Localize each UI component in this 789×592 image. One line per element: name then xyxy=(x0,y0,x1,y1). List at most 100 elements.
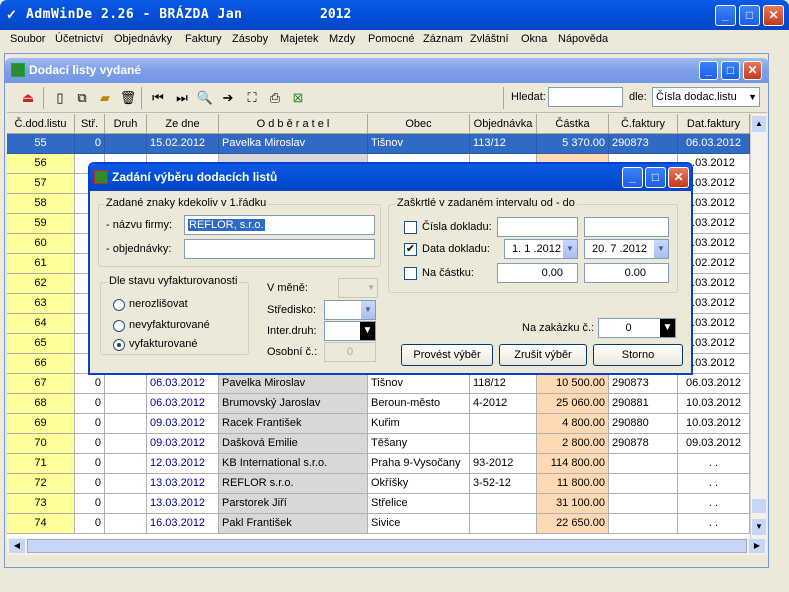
menu-soubor[interactable]: Soubor xyxy=(10,33,45,45)
search-icon[interactable]: 🔍 xyxy=(196,89,214,107)
child-minimize-icon[interactable]: _ xyxy=(699,61,718,80)
order-no-input[interactable]: 0 ▼ xyxy=(598,318,676,338)
open-folder-icon[interactable]: ▰ xyxy=(96,89,114,107)
exit-icon[interactable]: ⏏ xyxy=(19,89,37,107)
firm-input[interactable]: REFLOR, s.r.o. xyxy=(184,215,375,235)
menu-zvlastni[interactable]: Zvláštní xyxy=(470,33,509,45)
inter-select[interactable]: ▼ xyxy=(324,321,376,341)
doc-date-from-input[interactable]: 1. 1 .2012 ▼ xyxy=(504,239,578,259)
maximize-icon[interactable]: □ xyxy=(739,5,760,26)
table-row[interactable]: 71 0 12.03.2012 KB International s.r.o. Prah… xyxy=(7,454,750,474)
menu-faktury[interactable]: Faktury xyxy=(185,33,222,45)
amount-to-input[interactable]: 0.00 xyxy=(584,263,669,283)
group-interval-label: Zaškrtlé v zadaném intervalu od - do xyxy=(395,197,577,209)
search-by-select[interactable]: Čísla dodac.listu ▼ xyxy=(652,87,760,107)
column-header[interactable]: Objednávka xyxy=(470,114,537,134)
doc-num-from-input[interactable] xyxy=(497,217,578,237)
doc-date-to-input[interactable]: 20. 7 .2012 ▼ xyxy=(584,239,669,259)
vertical-scrollbar[interactable]: ▲ ▼ xyxy=(750,114,767,538)
child-maximize-icon[interactable]: □ xyxy=(721,61,740,80)
menu-pomocne[interactable]: Pomocné xyxy=(368,33,414,45)
calendar-dropdown-icon[interactable]: ▼ xyxy=(653,240,668,258)
scroll-left-icon[interactable]: ◀ xyxy=(9,539,25,553)
scroll-thumb[interactable] xyxy=(752,499,766,513)
column-header[interactable]: Č.dod.listu xyxy=(7,114,75,134)
chevron-down-icon[interactable]: ▼ xyxy=(360,322,375,340)
radio-invoiced[interactable] xyxy=(113,339,125,351)
table-cell: 0 xyxy=(75,494,105,514)
chevron-down-icon[interactable]: ▼ xyxy=(660,319,675,337)
table-row[interactable]: 70 0 09.03.2012 Dašková Emilie Těšany 2 800.0… xyxy=(7,434,750,454)
scroll-up-icon[interactable]: ▲ xyxy=(752,116,766,132)
cancel-selection-button[interactable]: Zrušit výběr xyxy=(499,344,587,366)
column-header[interactable]: Dat.faktury xyxy=(678,114,750,134)
separator xyxy=(503,87,504,109)
menu-napoveda[interactable]: Nápověda xyxy=(558,33,608,45)
inter-label: Inter.druh: xyxy=(267,325,317,337)
doc-num-to-input[interactable] xyxy=(584,217,669,237)
table-row[interactable]: 72 0 13.03.2012 REFLOR s.r.o. Okříšky 3-52-12… xyxy=(7,474,750,494)
copy-icon[interactable]: ⧉ xyxy=(73,89,91,107)
menu-objednavky[interactable]: Objednávky xyxy=(114,33,172,45)
order-input[interactable] xyxy=(184,239,375,259)
menu-mzdy[interactable]: Mzdy xyxy=(329,33,355,45)
search-input[interactable] xyxy=(548,87,623,107)
table-row[interactable]: 67 0 06.03.2012 Pavelka Miroslav Tišnov 118/1… xyxy=(7,374,750,394)
column-header[interactable]: O d b ě r a t e l xyxy=(219,114,368,134)
table-row[interactable]: 73 0 13.03.2012 Parstorek Jiří Střelice 31 10… xyxy=(7,494,750,514)
horizontal-scrollbar[interactable]: ◀ ▶ xyxy=(7,538,767,555)
column-header[interactable]: Druh xyxy=(105,114,147,134)
menu-ucetnictvi[interactable]: Účetnictví xyxy=(55,33,103,45)
calendar-dropdown-icon[interactable]: ▼ xyxy=(562,240,577,258)
table-row[interactable]: 55 0 15.02.2012 Pavelka Miroslav Tišnov 113/1… xyxy=(7,134,750,154)
delete-icon[interactable]: 🗑 xyxy=(119,89,137,107)
dialog-maximize-icon[interactable]: □ xyxy=(645,167,666,188)
table-cell: 06.03.2012 xyxy=(678,134,750,154)
table-row[interactable]: 74 0 16.03.2012 Pakl František Sivice 22 650.… xyxy=(7,514,750,534)
table-row[interactable]: 69 0 09.03.2012 Racek František Kuřim 4 800.0… xyxy=(7,414,750,434)
radio-not-invoiced[interactable] xyxy=(113,320,125,332)
close-icon[interactable]: ✕ xyxy=(763,5,784,26)
radio-not-distinguish[interactable] xyxy=(113,299,125,311)
dialog-close-icon[interactable]: ✕ xyxy=(668,167,689,188)
column-header[interactable]: Obec xyxy=(368,114,470,134)
table-cell: 67 xyxy=(7,374,75,394)
excel-export-icon[interactable]: ⊠ xyxy=(289,89,307,107)
column-header[interactable]: Částka xyxy=(537,114,609,134)
column-header[interactable]: Č.faktury xyxy=(609,114,678,134)
storno-button[interactable]: Storno xyxy=(593,344,683,366)
print-icon[interactable]: ⎙ xyxy=(266,89,284,107)
menu-zasoby[interactable]: Zásoby xyxy=(232,33,268,45)
hscroll-thumb[interactable] xyxy=(27,539,747,553)
first-record-icon[interactable]: ⏮ xyxy=(149,89,167,107)
menu-zaznam[interactable]: Záznam xyxy=(423,33,463,45)
new-icon[interactable]: ▯ xyxy=(51,89,69,107)
table-cell: 11 800.00 xyxy=(537,474,609,494)
column-header[interactable]: Ze dne xyxy=(147,114,219,134)
menu-okna[interactable]: Okna xyxy=(521,33,547,45)
amount-from-input[interactable]: 0.00 xyxy=(497,263,578,283)
amount-checkbox[interactable] xyxy=(404,267,417,280)
column-header[interactable]: Stř. xyxy=(75,114,105,134)
doc-num-checkbox[interactable] xyxy=(404,221,417,234)
scroll-down-icon[interactable]: ▼ xyxy=(752,519,766,535)
select-area-icon[interactable]: ⛶ xyxy=(243,89,261,107)
minimize-icon[interactable]: _ xyxy=(715,5,736,26)
table-cell: . . xyxy=(678,454,750,474)
last-record-icon[interactable]: ⏭ xyxy=(173,89,191,107)
chevron-down-icon[interactable]: ▼ xyxy=(360,301,375,319)
scroll-right-icon[interactable]: ▶ xyxy=(749,539,765,553)
currency-select[interactable]: ▼ xyxy=(338,278,378,298)
personal-input[interactable]: 0 xyxy=(324,342,376,362)
center-select[interactable]: ▼ xyxy=(324,300,376,320)
child-close-icon[interactable]: ✕ xyxy=(743,61,762,80)
table-cell: Sivice xyxy=(368,514,470,534)
run-selection-button[interactable]: Provést výběr xyxy=(401,344,493,366)
go-arrow-icon[interactable]: ➔ xyxy=(219,89,237,107)
menu-majetek[interactable]: Majetek xyxy=(280,33,319,45)
table-row[interactable]: 68 0 06.03.2012 Brumovský Jaroslav Beroun-mě… xyxy=(7,394,750,414)
doc-date-checkbox[interactable]: ✔ xyxy=(404,243,417,256)
chevron-down-icon[interactable]: ▼ xyxy=(748,88,757,106)
table-cell: 60 xyxy=(7,234,75,254)
dialog-minimize-icon[interactable]: _ xyxy=(622,167,643,188)
